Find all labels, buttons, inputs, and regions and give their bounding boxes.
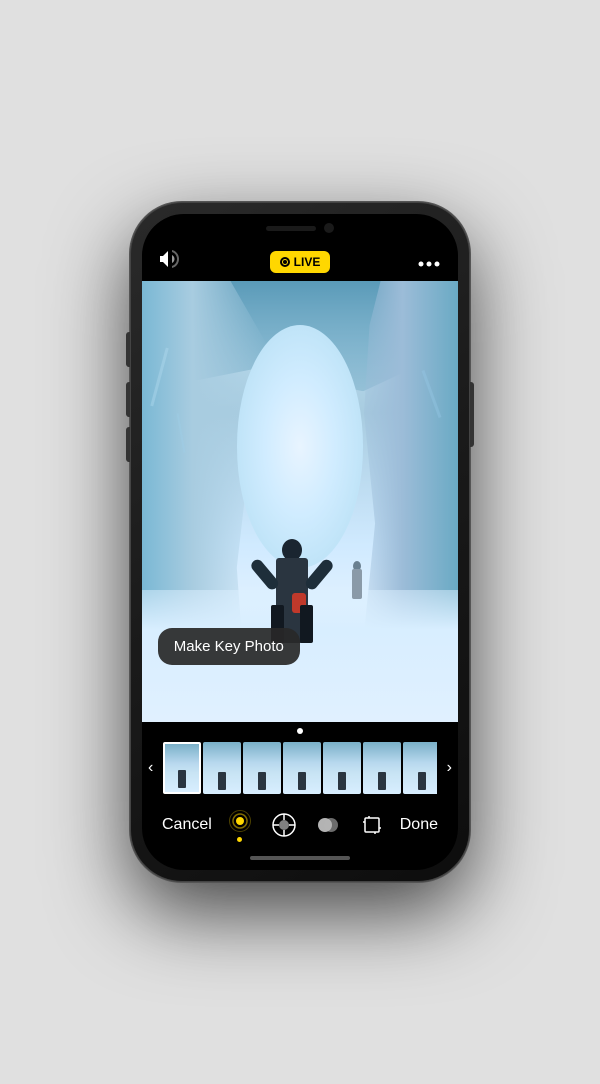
bottom-toolbar: Cancel xyxy=(142,798,458,850)
live-dot xyxy=(280,257,290,267)
more-button[interactable] xyxy=(418,251,440,272)
film-frame-6[interactable] xyxy=(403,742,436,794)
person-far xyxy=(347,554,367,599)
film-strip-container: ‹ xyxy=(142,738,458,798)
phone-screen: LIVE xyxy=(142,214,458,870)
live-photo-active-dot xyxy=(237,837,242,842)
live-label: LIVE xyxy=(294,255,321,269)
dot-indicator xyxy=(142,722,458,738)
film-frame-3[interactable] xyxy=(283,742,321,794)
key-photo-tooltip[interactable]: Make Key Photo xyxy=(158,628,300,665)
phone-notch xyxy=(235,214,365,242)
crop-icon-container[interactable] xyxy=(359,812,385,838)
position-dot xyxy=(297,728,303,734)
color-icon-container[interactable] xyxy=(315,812,341,838)
film-frame-5[interactable] xyxy=(363,742,401,794)
screen-content: LIVE xyxy=(142,214,458,870)
done-button[interactable]: Done xyxy=(400,816,438,834)
live-photo-icon xyxy=(227,808,253,834)
photo-area: Make Key Photo xyxy=(142,281,458,722)
cancel-button[interactable]: Cancel xyxy=(162,816,212,834)
home-bar xyxy=(250,856,350,860)
film-strip[interactable] xyxy=(163,742,436,794)
color-icon xyxy=(315,812,341,838)
person-leg-right xyxy=(300,605,313,643)
person-far-body xyxy=(352,569,362,599)
adjust-icon xyxy=(271,812,297,838)
sound-icon[interactable] xyxy=(160,250,182,273)
crop-icon xyxy=(359,812,385,838)
film-frame-1[interactable] xyxy=(203,742,241,794)
film-frame-2[interactable] xyxy=(243,742,281,794)
adjust-icon-container[interactable] xyxy=(271,812,297,838)
person-arm-right xyxy=(303,557,335,592)
live-badge[interactable]: LIVE xyxy=(270,251,331,273)
film-right-arrow[interactable]: › xyxy=(441,759,458,777)
film-frame-0[interactable] xyxy=(163,742,201,794)
person-main xyxy=(262,513,322,643)
notch-camera xyxy=(324,223,334,233)
live-photo-icon-container[interactable] xyxy=(227,808,253,842)
film-frame-4[interactable] xyxy=(323,742,361,794)
phone-device: LIVE xyxy=(130,202,470,882)
key-photo-label: Make Key Photo xyxy=(174,638,284,655)
toolbar-icon-group xyxy=(227,808,385,842)
film-left-arrow[interactable]: ‹ xyxy=(142,759,159,777)
home-indicator xyxy=(142,850,458,870)
notch-speaker xyxy=(266,226,316,231)
